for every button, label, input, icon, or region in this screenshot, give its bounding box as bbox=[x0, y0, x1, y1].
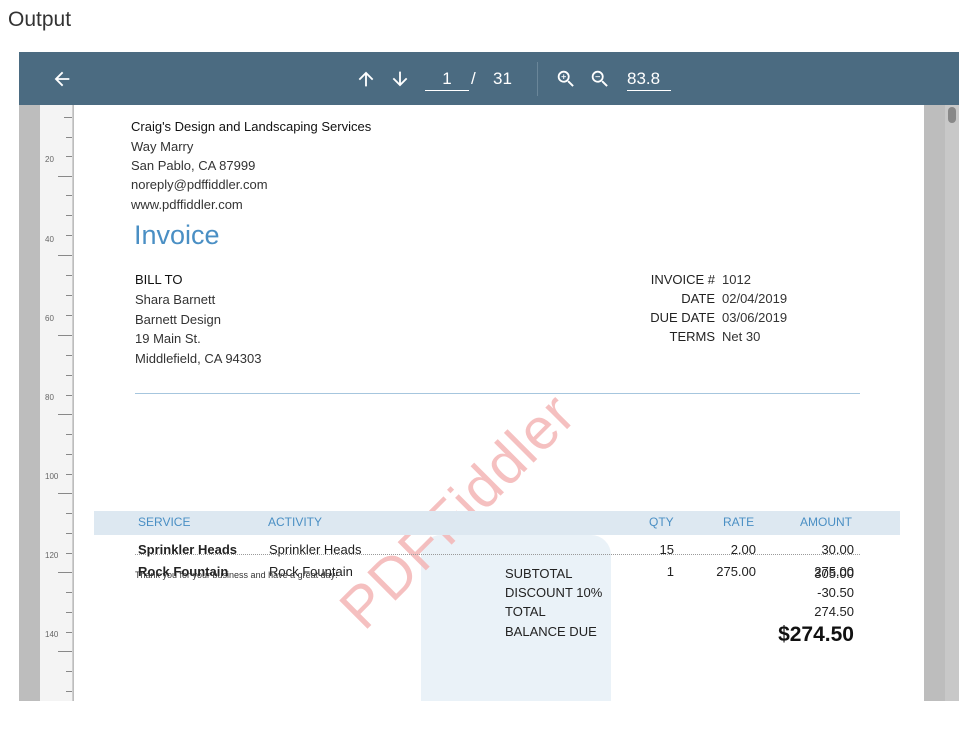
company-address-line2: San Pablo, CA 87999 bbox=[131, 158, 256, 173]
vertical-ruler: 20 40 60 80 100 120 140 bbox=[40, 105, 73, 701]
due-date-label: DUE DATE bbox=[650, 310, 715, 325]
page-separator: / bbox=[471, 69, 476, 88]
rate-column-header: RATE bbox=[723, 515, 755, 529]
zoom-in-icon bbox=[557, 70, 574, 87]
invoice-title: Invoice bbox=[134, 220, 220, 250]
amount-column-header: AMOUNT bbox=[800, 515, 852, 529]
output-caption: Output bbox=[8, 8, 72, 31]
row-rate: 275.00 bbox=[716, 564, 756, 579]
company-email: noreply@pdffiddler.com bbox=[131, 177, 268, 192]
zoom-level-input[interactable]: 83.8 bbox=[627, 68, 671, 91]
activity-column-header: ACTIVITY bbox=[268, 515, 323, 529]
balance-due-value: $274.50 bbox=[778, 623, 854, 646]
company-name: Craig's Design and Landscaping Services bbox=[131, 119, 372, 134]
invoice-number-label: INVOICE # bbox=[650, 272, 715, 287]
bill-to-city: Middlefield, CA 94303 bbox=[135, 351, 262, 366]
bill-to-company: Barnett Design bbox=[135, 312, 221, 327]
summary-divider bbox=[135, 554, 860, 555]
toolbar-divider bbox=[537, 62, 538, 96]
bill-to-heading: BILL TO bbox=[135, 272, 183, 287]
ruler-label: 140 bbox=[45, 630, 59, 639]
ruler-label: 20 bbox=[45, 155, 54, 164]
zoom-out-button[interactable] bbox=[587, 66, 613, 92]
company-website: www.pdffiddler.com bbox=[131, 197, 243, 212]
service-column-header: SERVICE bbox=[138, 515, 191, 529]
date-label: DATE bbox=[681, 291, 715, 306]
back-arrow-icon bbox=[54, 71, 70, 87]
ruler-label: 80 bbox=[45, 393, 54, 402]
bill-to-name: Shara Barnett bbox=[135, 292, 216, 307]
discount-label: DISCOUNT 10% bbox=[505, 585, 603, 600]
terms-value: Net 30 bbox=[722, 329, 761, 344]
arrow-up-icon bbox=[358, 71, 374, 87]
page-total: 31 bbox=[493, 69, 512, 88]
scrollbar-thumb[interactable] bbox=[948, 107, 956, 123]
terms-label: TERMS bbox=[669, 329, 716, 344]
bill-to-street: 19 Main St. bbox=[135, 331, 201, 346]
invoice-page: PDFFiddler Craig's Design and Landscapin… bbox=[74, 105, 924, 701]
discount-value: -30.50 bbox=[817, 585, 854, 600]
balance-due-label: BALANCE DUE bbox=[505, 624, 597, 639]
due-date-value: 03/06/2019 bbox=[722, 310, 788, 325]
line-items-header: SERVICE ACTIVITY QTY RATE AMOUNT bbox=[94, 511, 900, 535]
zoom-in-button[interactable] bbox=[553, 66, 579, 92]
arrow-down-icon bbox=[392, 71, 408, 87]
company-address-line1: Way Marry bbox=[131, 139, 194, 154]
ruler-label: 120 bbox=[45, 551, 59, 560]
zoom-out-icon bbox=[591, 70, 608, 87]
page-number-input[interactable]: 1 bbox=[425, 68, 469, 91]
viewer-toolbar: 1 / 31 83.8 bbox=[19, 52, 959, 105]
next-page-button[interactable] bbox=[387, 66, 413, 92]
ruler-label: 60 bbox=[45, 314, 54, 323]
row-qty: 1 bbox=[666, 564, 674, 579]
ruler-label: 100 bbox=[45, 472, 59, 481]
back-button[interactable] bbox=[47, 66, 77, 92]
ruler-label: 40 bbox=[45, 235, 54, 244]
date-value: 02/04/2019 bbox=[722, 291, 788, 306]
subtotal-value: 305.00 bbox=[814, 566, 854, 581]
total-label: TOTAL bbox=[505, 604, 546, 619]
pdf-viewer: 1 / 31 83.8 20 40 60 80 100 120 140 PDFF… bbox=[19, 52, 959, 701]
thank-you-note: Thank you for your business and have a g… bbox=[135, 570, 338, 580]
invoice-number-value: 1012 bbox=[722, 272, 751, 287]
vertical-scrollbar[interactable] bbox=[945, 105, 959, 701]
qty-column-header: QTY bbox=[649, 515, 674, 529]
previous-page-button[interactable] bbox=[353, 66, 379, 92]
subtotal-label: SUBTOTAL bbox=[505, 566, 573, 581]
total-value: 274.50 bbox=[814, 604, 854, 619]
header-divider bbox=[135, 393, 860, 394]
